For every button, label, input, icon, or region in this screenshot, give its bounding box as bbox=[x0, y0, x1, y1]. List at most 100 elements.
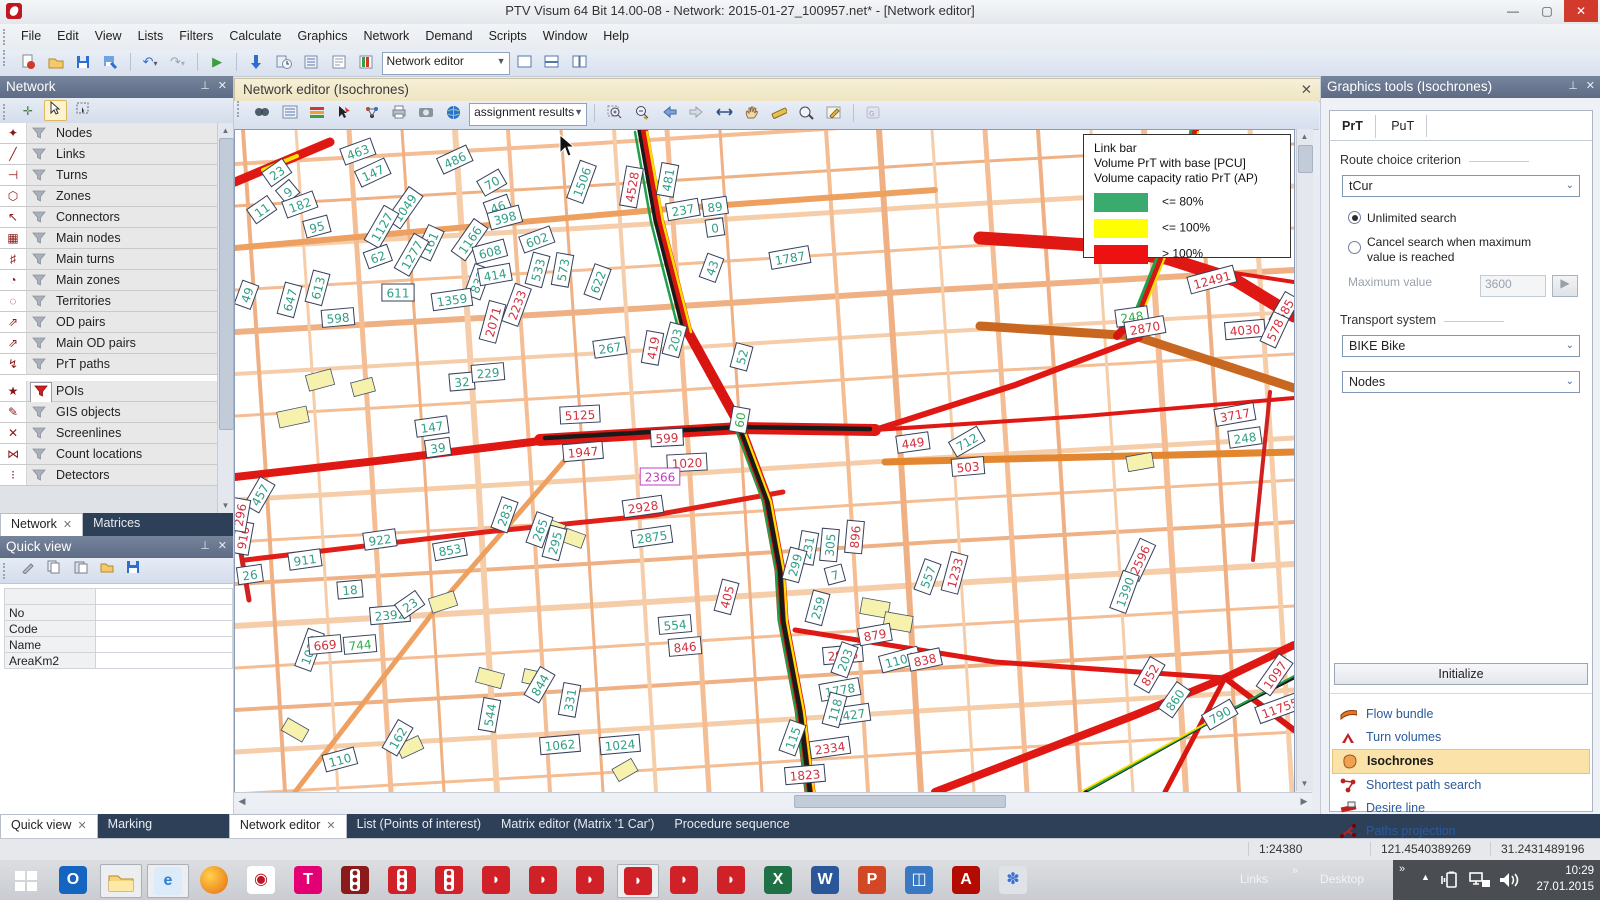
filter-icon[interactable] bbox=[32, 210, 46, 227]
quick-view-pin-icon[interactable]: ⊥ bbox=[200, 539, 210, 552]
network-panel-close-icon[interactable]: ✕ bbox=[218, 79, 227, 92]
maximize-button[interactable]: ▢ bbox=[1530, 0, 1564, 22]
reference-object-select[interactable]: Nodes⌄ bbox=[1342, 371, 1580, 393]
select-mode-icon[interactable] bbox=[44, 100, 67, 121]
initialize-button[interactable]: Initialize bbox=[1334, 663, 1588, 685]
taskbar-file-explorer[interactable] bbox=[100, 864, 142, 898]
filter-icon[interactable] bbox=[32, 273, 46, 290]
menu-graphics[interactable]: Graphics bbox=[289, 24, 355, 48]
network-row-od-pairs[interactable]: ⇗OD pairs bbox=[0, 312, 218, 333]
quick-view-value-cell[interactable] bbox=[96, 637, 233, 653]
quick-view-value-cell[interactable] bbox=[96, 653, 233, 669]
filter-icon[interactable] bbox=[32, 147, 46, 164]
editor-tab-list-points-of-interest-[interactable]: List (Points of interest) bbox=[347, 814, 491, 837]
graphics-tools-close-icon[interactable]: ✕ bbox=[1586, 79, 1595, 92]
gps-icon[interactable]: G bbox=[862, 103, 884, 123]
procedures-icon[interactable] bbox=[273, 52, 295, 72]
find-icon[interactable] bbox=[251, 103, 273, 123]
clock[interactable]: 10:29 27.01.2015 bbox=[1536, 863, 1594, 895]
menu-filters[interactable]: Filters bbox=[171, 24, 221, 48]
filter-icon[interactable] bbox=[32, 426, 46, 443]
network-row-main-nodes[interactable]: ▦Main nodes bbox=[0, 228, 218, 249]
taskbar-signal-app-1[interactable] bbox=[382, 864, 422, 896]
close-button[interactable]: ✕ bbox=[1564, 0, 1598, 22]
network-icon[interactable] bbox=[1469, 871, 1491, 889]
filter-icon[interactable] bbox=[32, 447, 46, 464]
maximum-value-input[interactable]: 3600 bbox=[1480, 275, 1546, 297]
quick-view-value-cell[interactable] bbox=[96, 589, 233, 605]
layout-hsplit-icon[interactable] bbox=[541, 52, 563, 72]
view-select[interactable]: Network editor▼ bbox=[382, 52, 510, 75]
graphic-parameters-icon[interactable] bbox=[306, 103, 328, 123]
network-row-pois[interactable]: ★POIs bbox=[0, 381, 218, 402]
list-icon[interactable] bbox=[279, 103, 301, 123]
taskbar-ptv-app-5[interactable]: ◗ bbox=[664, 864, 704, 896]
lists-icon[interactable] bbox=[300, 52, 322, 72]
filter-icon[interactable] bbox=[32, 252, 46, 269]
map-canvas[interactable]: 4634862391114718270951049112746398116660… bbox=[234, 129, 1295, 793]
back-icon[interactable] bbox=[658, 103, 680, 123]
editor-tab-procedure-sequence[interactable]: Procedure sequence bbox=[664, 814, 799, 837]
zoom-out-icon[interactable] bbox=[631, 103, 653, 123]
transport-system-select[interactable]: BIKE Bike⌄ bbox=[1342, 335, 1580, 357]
network-row-main-turns[interactable]: ♯Main turns bbox=[0, 249, 218, 270]
flow-matrix-icon[interactable] bbox=[355, 52, 377, 72]
menu-network[interactable]: Network bbox=[355, 24, 417, 48]
forward-icon[interactable] bbox=[686, 103, 708, 123]
tool-desire-line[interactable]: Desire line bbox=[1332, 797, 1590, 820]
network-row-screenlines[interactable]: ✕Screenlines bbox=[0, 423, 218, 444]
filter-icon[interactable] bbox=[32, 405, 46, 422]
save-layout-icon[interactable] bbox=[123, 560, 144, 579]
map-hscrollbar[interactable]: ◀ ▶ bbox=[234, 792, 1312, 809]
select-cursor-icon[interactable] bbox=[333, 103, 355, 123]
new-network-icon[interactable] bbox=[17, 52, 39, 72]
taskbar-system-tool[interactable]: ◫ bbox=[899, 864, 939, 896]
filter-icon[interactable] bbox=[32, 336, 46, 353]
taskbar-acrobat[interactable]: A bbox=[946, 864, 986, 896]
assignment-results-select[interactable]: assignment results▼ bbox=[469, 103, 587, 126]
filter-icon[interactable] bbox=[30, 382, 52, 403]
taskbar-powerpoint[interactable]: P bbox=[852, 864, 892, 896]
network-row-main-zones[interactable]: ◔Main zones bbox=[0, 270, 218, 291]
network-panel-pin-icon[interactable]: ⊥ bbox=[200, 79, 210, 92]
menu-scripts[interactable]: Scripts bbox=[481, 24, 535, 48]
taskbar-ptv-app-4[interactable]: ◗ bbox=[617, 864, 659, 898]
rect-select-icon[interactable] bbox=[72, 102, 93, 121]
redo-icon[interactable]: ↷▾ bbox=[166, 52, 188, 72]
paste-icon[interactable] bbox=[70, 560, 91, 579]
menu-demand[interactable]: Demand bbox=[417, 24, 480, 48]
taskbar-ptv-app-2[interactable]: ◗ bbox=[523, 864, 563, 896]
network-row-turns[interactable]: ⊣Turns bbox=[0, 165, 218, 186]
cancel-search-radio[interactable]: Cancel search when maximumvalue is reach… bbox=[1348, 235, 1592, 265]
network-row-zones[interactable]: ⬡Zones bbox=[0, 186, 218, 207]
preview-icon[interactable] bbox=[795, 103, 817, 123]
editor-tab-network-editor[interactable]: Network editor✕ bbox=[229, 814, 347, 838]
save-version-icon[interactable] bbox=[99, 52, 121, 72]
quick-view-value-cell[interactable] bbox=[96, 621, 233, 637]
taskbar-excel[interactable]: X bbox=[758, 864, 798, 896]
quickview-tab-quick-view[interactable]: Quick view✕ bbox=[0, 814, 98, 838]
tool-shortest-path-search[interactable]: Shortest path search bbox=[1332, 774, 1590, 797]
tool-turn-volumes[interactable]: Turn volumes bbox=[1332, 726, 1590, 749]
open-icon[interactable] bbox=[45, 52, 67, 72]
insert-mode-icon[interactable]: ✛ bbox=[17, 102, 38, 121]
tool-flow-bundle[interactable]: Flow bundle bbox=[1332, 703, 1590, 726]
taskbar-signal-app-2[interactable] bbox=[429, 864, 469, 896]
graphics-tools-pin-icon[interactable]: ⊥ bbox=[1568, 79, 1578, 92]
taskbar-start-button[interactable] bbox=[6, 864, 46, 896]
minimize-button[interactable]: — bbox=[1496, 0, 1530, 22]
taskbar-firefox[interactable] bbox=[194, 864, 234, 896]
menu-calculate[interactable]: Calculate bbox=[221, 24, 289, 48]
map-vscrollbar[interactable]: ▲ ▼ bbox=[1296, 129, 1313, 791]
taskbar-flower-app[interactable]: ✽ bbox=[993, 864, 1033, 896]
taskbar-internet-explorer[interactable]: e bbox=[147, 864, 189, 898]
filter-icon[interactable] bbox=[32, 231, 46, 248]
tab-put[interactable]: PuT bbox=[1379, 115, 1427, 137]
filter-icon[interactable] bbox=[32, 468, 46, 485]
tab-prt[interactable]: PrT bbox=[1330, 115, 1376, 139]
copy-icon[interactable] bbox=[44, 560, 65, 579]
edit-map-icon[interactable] bbox=[823, 103, 845, 123]
network-row-territories[interactable]: ◌Territories bbox=[0, 291, 218, 312]
taskbar-ptv-app-6[interactable]: ◗ bbox=[711, 864, 751, 896]
zoom-in-icon[interactable] bbox=[604, 103, 626, 123]
